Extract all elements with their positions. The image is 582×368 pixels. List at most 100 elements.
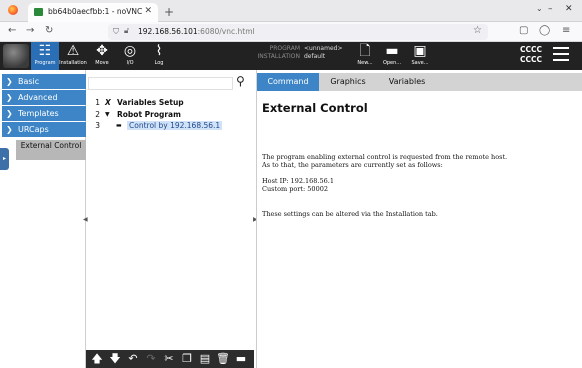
pocket-icon[interactable]: ▢ bbox=[519, 25, 528, 36]
tab-label: Variables bbox=[388, 77, 426, 86]
status-line-2: CCCC bbox=[520, 55, 543, 64]
header-tab-label: Program bbox=[34, 60, 56, 66]
copy-icon[interactable]: ❐ bbox=[177, 350, 197, 368]
chevron-right-icon: ❯ bbox=[6, 93, 13, 102]
tab-list-chevron-icon[interactable]: ⌄ bbox=[536, 4, 543, 13]
nav-item-urcaps[interactable]: ❯ URCaps bbox=[2, 122, 86, 137]
save-icon: ▣ bbox=[413, 43, 427, 59]
url-host: 192.168.56.101 bbox=[138, 27, 198, 36]
header-tab-label: Installation bbox=[59, 60, 87, 66]
nav-item-label: Templates bbox=[18, 109, 59, 118]
browser-menu-icon[interactable]: ≡ bbox=[562, 25, 570, 36]
header-tab-program[interactable]: ☷ Program bbox=[31, 42, 59, 70]
tab-close-icon[interactable]: ✕ bbox=[144, 6, 152, 16]
plus-icon[interactable]: + bbox=[164, 5, 174, 19]
move-icon: ✥ bbox=[96, 43, 108, 59]
chevron-right-icon: ❯ bbox=[6, 77, 13, 86]
header-tab-installation[interactable]: ⚠︎ Installation bbox=[59, 42, 87, 70]
firefox-logo-icon bbox=[8, 5, 18, 15]
header-tab-move[interactable]: ✥ Move bbox=[88, 42, 116, 70]
back-icon[interactable]: ← bbox=[8, 25, 16, 36]
window-close-icon[interactable]: ✕ bbox=[565, 4, 573, 14]
redo-icon[interactable]: ↷ bbox=[141, 350, 161, 368]
nav-item-basic[interactable]: ❯ Basic bbox=[2, 74, 86, 89]
line-number: 1 bbox=[95, 98, 100, 107]
program-icon: ☷ bbox=[38, 43, 52, 59]
new-program-button[interactable]: 🗋︎ New... bbox=[352, 42, 378, 70]
forward-icon[interactable]: → bbox=[26, 25, 34, 36]
new-label: New... bbox=[357, 60, 373, 66]
shield-icon: ⛉ bbox=[113, 27, 119, 36]
tree-row-selected[interactable]: 3 ▬ Control by 192.168.56.1 bbox=[90, 121, 250, 132]
tab-graphics[interactable]: Graphics bbox=[320, 73, 376, 91]
url-bar[interactable]: ⛉ 🔓︎ 192.168.56.101:6080/vnc.html ☆ bbox=[108, 24, 488, 40]
delete-icon[interactable]: 🗑︎ bbox=[213, 350, 233, 368]
line-number: 3 bbox=[95, 121, 100, 130]
custom-port-text: Custom port: 50002 bbox=[262, 185, 328, 193]
insecure-lock-icon: 🔓︎ bbox=[124, 26, 130, 35]
tree-row-label: Variables Setup bbox=[117, 98, 184, 107]
paste-icon[interactable]: ▤ bbox=[195, 350, 215, 368]
side-drawer-handle[interactable]: ▸ bbox=[0, 148, 9, 170]
description-line-3: These settings can be altered via the In… bbox=[262, 210, 438, 218]
header-tab-label: Move bbox=[95, 60, 109, 66]
urcap-external-control[interactable]: External Control bbox=[16, 140, 86, 160]
nav-item-label: Advanced bbox=[18, 93, 58, 102]
move-down-icon[interactable]: 🡇 bbox=[105, 350, 125, 368]
tab-label: Command bbox=[267, 77, 309, 86]
open-program-button[interactable]: ▬ Open... bbox=[379, 42, 405, 70]
chevron-down-icon: ❯ bbox=[6, 125, 13, 134]
tab-title: bb64b0aecfbb:1 - noVNC bbox=[48, 7, 143, 16]
search-icon[interactable]: ⚲ bbox=[236, 74, 245, 88]
account-icon[interactable]: ◯ bbox=[539, 25, 550, 36]
url-rest: :6080/vnc.html bbox=[197, 27, 255, 36]
io-icon: ◎ bbox=[123, 43, 137, 59]
folder-icon: ▬ bbox=[385, 43, 399, 59]
reload-icon[interactable]: ↻ bbox=[45, 25, 53, 36]
open-label: Open... bbox=[382, 60, 402, 66]
program-info-labels: PROGRAM INSTALLATION bbox=[236, 45, 300, 61]
save-label: Save... bbox=[411, 60, 429, 66]
tab-command[interactable]: Command bbox=[257, 73, 319, 91]
undo-icon[interactable]: ↶ bbox=[123, 350, 143, 368]
nav-item-label: URCaps bbox=[18, 125, 49, 134]
tab-variables[interactable]: Variables bbox=[378, 73, 436, 91]
installation-label: INSTALLATION bbox=[257, 53, 300, 60]
nav-item-advanced[interactable]: ❯ Advanced bbox=[2, 90, 86, 105]
tree-row[interactable]: 2 ▼ Robot Program bbox=[90, 110, 250, 121]
suppress-icon[interactable]: ▬ bbox=[231, 350, 251, 368]
minimize-icon[interactable]: – bbox=[548, 4, 553, 14]
program-label: PROGRAM bbox=[269, 45, 300, 52]
browser-tab[interactable]: bb64b0aecfbb:1 - noVNC ✕ bbox=[28, 3, 158, 22]
urcap-label: External Control bbox=[20, 141, 82, 150]
tree-search-input[interactable] bbox=[88, 77, 233, 90]
installation-icon: ⚠︎ bbox=[66, 43, 80, 59]
save-program-button[interactable]: ▣ Save... bbox=[407, 42, 433, 70]
host-ip-text: Host IP: 192.168.56.1 bbox=[262, 177, 334, 185]
ur-logo bbox=[3, 44, 29, 68]
nav-item-label: Basic bbox=[18, 77, 40, 86]
collapse-left-icon[interactable]: ◀ bbox=[83, 216, 88, 223]
tab-favicon-icon bbox=[34, 8, 43, 16]
log-icon: ⌇ bbox=[155, 43, 163, 59]
header-tab-log[interactable]: ⌇ Log bbox=[145, 42, 173, 70]
description-line-1: The program enabling external control is… bbox=[262, 153, 508, 161]
cut-icon[interactable]: ✂ bbox=[159, 350, 179, 368]
hamburger-menu-icon[interactable] bbox=[553, 47, 569, 65]
tree-row-label: Control by 192.168.56.1 bbox=[127, 121, 223, 130]
variables-icon: X bbox=[105, 98, 111, 107]
new-file-icon: 🗋︎ bbox=[359, 43, 371, 59]
line-number: 2 bbox=[95, 110, 100, 119]
urcap-node-icon: ▬ bbox=[116, 122, 122, 129]
tree-row-label: Robot Program bbox=[117, 110, 181, 119]
move-up-icon[interactable]: 🡅 bbox=[87, 350, 107, 368]
tab-label: Graphics bbox=[330, 77, 366, 86]
tree-row[interactable]: 1 X Variables Setup bbox=[90, 98, 250, 109]
panel-title: External Control bbox=[262, 101, 368, 115]
nav-item-templates[interactable]: ❯ Templates bbox=[2, 106, 86, 121]
header-tab-label: Log bbox=[154, 60, 164, 66]
expand-triangle-icon[interactable]: ▼ bbox=[105, 111, 110, 118]
status-line-1: CCCC bbox=[520, 45, 543, 54]
header-tab-io[interactable]: ◎ I/O bbox=[116, 42, 144, 70]
bookmark-star-icon[interactable]: ☆ bbox=[473, 25, 482, 36]
